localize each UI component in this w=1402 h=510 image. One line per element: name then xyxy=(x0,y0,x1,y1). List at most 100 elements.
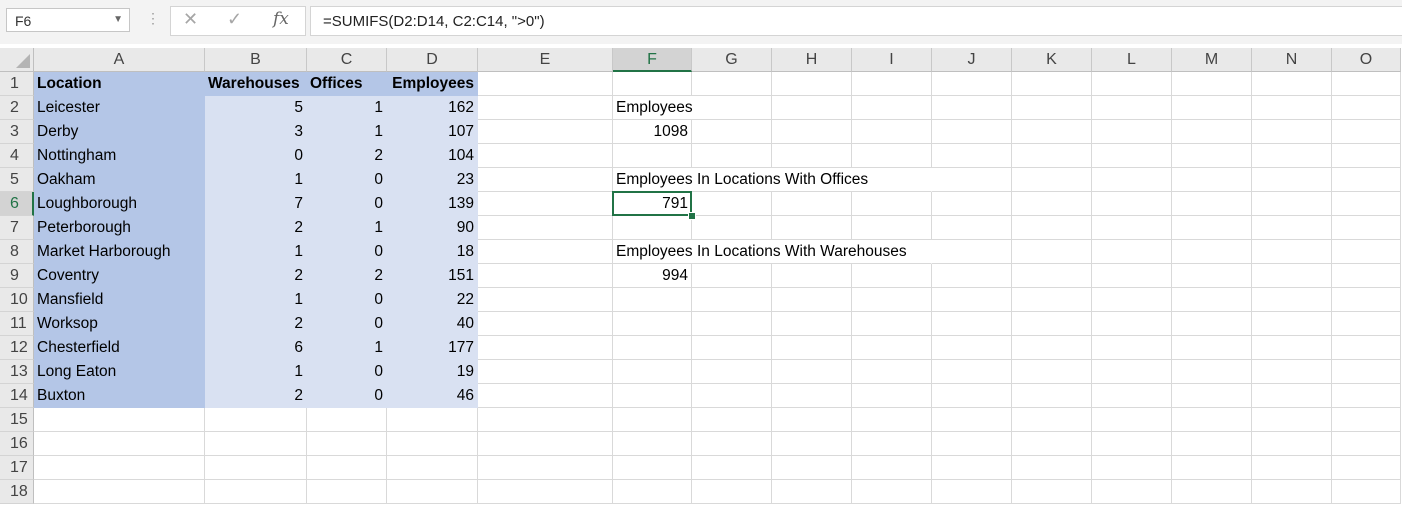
table-value-cell[interactable]: 1 xyxy=(307,96,387,120)
table-value-cell[interactable]: 46 xyxy=(387,384,478,408)
table-value-cell[interactable]: 40 xyxy=(387,312,478,336)
empty-cell[interactable] xyxy=(852,216,932,240)
table-value-cell[interactable]: 22 xyxy=(387,288,478,312)
empty-cell[interactable] xyxy=(692,480,772,504)
row-header-17[interactable]: 17 xyxy=(0,456,34,480)
empty-cell[interactable] xyxy=(692,120,772,144)
empty-cell[interactable] xyxy=(772,336,852,360)
empty-cell[interactable] xyxy=(932,408,1012,432)
table-value-cell[interactable]: 6 xyxy=(205,336,307,360)
empty-cell[interactable] xyxy=(1012,384,1092,408)
empty-cell[interactable] xyxy=(1252,288,1332,312)
empty-cell[interactable] xyxy=(34,480,205,504)
empty-cell[interactable] xyxy=(613,312,692,336)
empty-cell[interactable] xyxy=(692,96,772,120)
empty-cell[interactable] xyxy=(772,384,852,408)
table-value-cell[interactable]: 18 xyxy=(387,240,478,264)
close-icon[interactable]: ✕ xyxy=(183,9,198,30)
summary-value[interactable]: 1098 xyxy=(613,120,692,144)
empty-cell[interactable] xyxy=(1172,192,1252,216)
fill-handle[interactable] xyxy=(688,212,696,220)
location-cell[interactable]: Derby xyxy=(34,120,205,144)
empty-cell[interactable] xyxy=(1172,408,1252,432)
empty-cell[interactable] xyxy=(932,432,1012,456)
column-header-e[interactable]: E xyxy=(478,48,613,72)
empty-cell[interactable] xyxy=(932,144,1012,168)
empty-cell[interactable] xyxy=(1332,216,1401,240)
summary-value[interactable]: 791 xyxy=(613,192,692,216)
empty-cell[interactable] xyxy=(34,456,205,480)
empty-cell[interactable] xyxy=(772,288,852,312)
empty-cell[interactable] xyxy=(932,240,1012,264)
table-value-cell[interactable]: 0 xyxy=(307,312,387,336)
column-header-h[interactable]: H xyxy=(772,48,852,72)
empty-cell[interactable] xyxy=(1092,408,1172,432)
empty-cell[interactable] xyxy=(613,216,692,240)
row-header-10[interactable]: 10 xyxy=(0,288,34,312)
table-value-cell[interactable]: 162 xyxy=(387,96,478,120)
empty-cell[interactable] xyxy=(852,120,932,144)
empty-cell[interactable] xyxy=(932,384,1012,408)
empty-cell[interactable] xyxy=(1012,96,1092,120)
empty-cell[interactable] xyxy=(932,264,1012,288)
empty-cell[interactable] xyxy=(932,72,1012,96)
empty-cell[interactable] xyxy=(1172,432,1252,456)
empty-cell[interactable] xyxy=(932,192,1012,216)
row-header-6[interactable]: 6 xyxy=(0,192,34,216)
row-header-13[interactable]: 13 xyxy=(0,360,34,384)
empty-cell[interactable] xyxy=(772,192,852,216)
empty-cell[interactable] xyxy=(1252,264,1332,288)
empty-cell[interactable] xyxy=(1012,240,1092,264)
empty-cell[interactable] xyxy=(1012,432,1092,456)
empty-cell[interactable] xyxy=(692,264,772,288)
empty-cell[interactable] xyxy=(478,384,613,408)
location-cell[interactable]: Loughborough xyxy=(34,192,205,216)
location-cell[interactable]: Peterborough xyxy=(34,216,205,240)
empty-cell[interactable] xyxy=(772,360,852,384)
empty-cell[interactable] xyxy=(772,264,852,288)
empty-cell[interactable] xyxy=(387,408,478,432)
table-value-cell[interactable]: 1 xyxy=(307,216,387,240)
empty-cell[interactable] xyxy=(1332,192,1401,216)
checkmark-icon[interactable]: ✓ xyxy=(227,9,242,30)
table-value-cell[interactable]: 1 xyxy=(205,240,307,264)
table-value-cell[interactable]: 1 xyxy=(205,360,307,384)
table-value-cell[interactable]: 2 xyxy=(205,384,307,408)
empty-cell[interactable] xyxy=(772,72,852,96)
empty-cell[interactable] xyxy=(1012,192,1092,216)
empty-cell[interactable] xyxy=(1172,168,1252,192)
empty-cell[interactable] xyxy=(692,432,772,456)
empty-cell[interactable] xyxy=(692,288,772,312)
empty-cell[interactable] xyxy=(1252,312,1332,336)
table-value-cell[interactable]: 0 xyxy=(307,288,387,312)
empty-cell[interactable] xyxy=(1332,384,1401,408)
empty-cell[interactable] xyxy=(387,432,478,456)
empty-cell[interactable] xyxy=(613,360,692,384)
location-cell[interactable]: Chesterfield xyxy=(34,336,205,360)
empty-cell[interactable] xyxy=(692,144,772,168)
empty-cell[interactable] xyxy=(1012,288,1092,312)
empty-cell[interactable] xyxy=(852,384,932,408)
empty-cell[interactable] xyxy=(1332,96,1401,120)
table-value-cell[interactable]: 7 xyxy=(205,192,307,216)
empty-cell[interactable] xyxy=(1012,264,1092,288)
empty-cell[interactable] xyxy=(1092,144,1172,168)
row-header-2[interactable]: 2 xyxy=(0,96,34,120)
row-header-15[interactable]: 15 xyxy=(0,408,34,432)
table-value-cell[interactable]: 151 xyxy=(387,264,478,288)
empty-cell[interactable] xyxy=(1252,360,1332,384)
empty-cell[interactable] xyxy=(1172,456,1252,480)
empty-cell[interactable] xyxy=(932,480,1012,504)
empty-cell[interactable] xyxy=(1252,240,1332,264)
empty-cell[interactable] xyxy=(1172,360,1252,384)
table-header-cell[interactable]: Offices xyxy=(307,72,387,96)
table-value-cell[interactable]: 0 xyxy=(205,144,307,168)
column-header-f[interactable]: F xyxy=(613,48,692,72)
row-header-3[interactable]: 3 xyxy=(0,120,34,144)
empty-cell[interactable] xyxy=(613,456,692,480)
summary-label[interactable]: Employees In Locations With Warehouses xyxy=(613,240,910,264)
row-header-14[interactable]: 14 xyxy=(0,384,34,408)
empty-cell[interactable] xyxy=(1252,432,1332,456)
empty-cell[interactable] xyxy=(1092,384,1172,408)
empty-cell[interactable] xyxy=(478,120,613,144)
